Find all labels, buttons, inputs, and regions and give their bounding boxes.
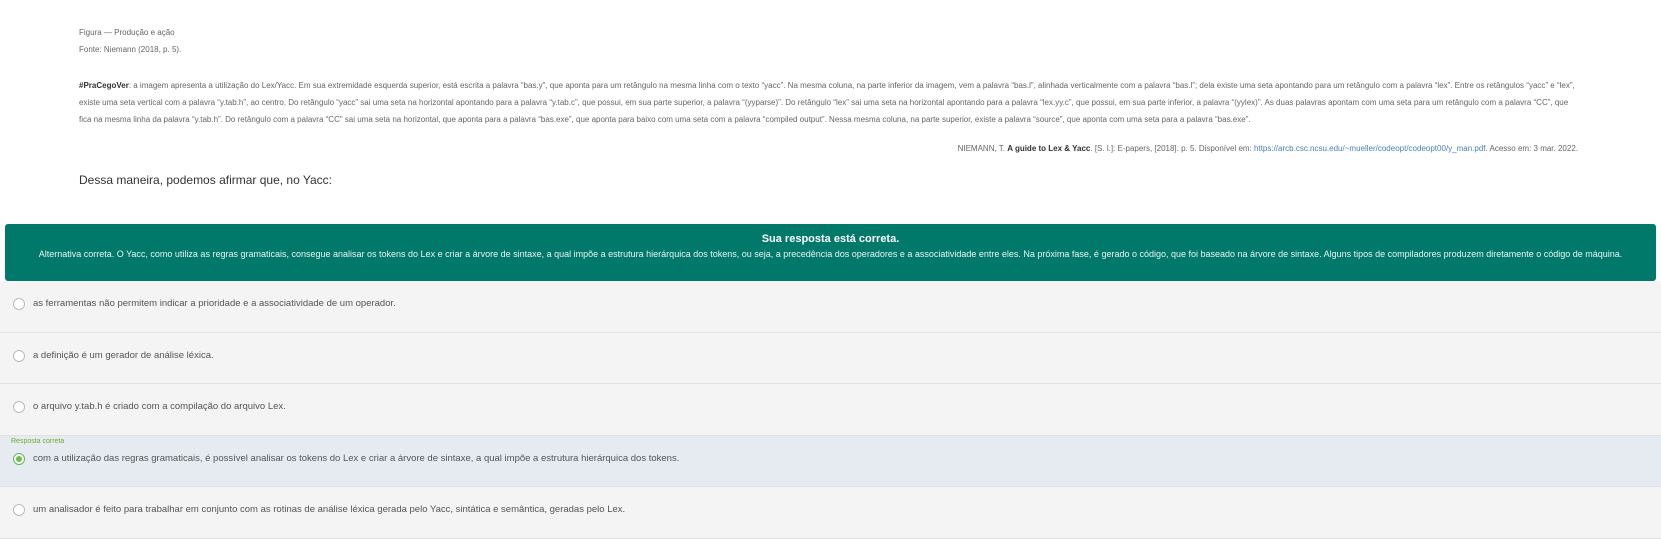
reference-middle: . [S. l.]: E-papers, [2018]. p. 5. Dispo… (1090, 144, 1255, 153)
reference-prefix: NIEMANN, T. (957, 144, 1008, 153)
figure-source: Fonte: Niemann (2018, p. 5). (79, 45, 182, 54)
answer-option-text: a definição é um gerador de análise léxi… (33, 349, 214, 361)
question-text: Dessa maneira, podemos afirmar que, no Y… (79, 173, 333, 187)
image-description: #PraCegoVer: a imagem apresenta a utiliz… (79, 77, 1579, 128)
answer-option-text: as ferramentas não permitem indicar a pr… (33, 298, 396, 309)
radio-button[interactable] (13, 298, 25, 310)
reference-suffix: . Acesso em: 3 mar. 2022. (1485, 144, 1579, 153)
reference: NIEMANN, T. A guide to Lex & Yacc. [S. l… (958, 144, 1578, 153)
reference-link[interactable]: https://arcb.csc.ncsu.edu/~mueller/codeo… (1254, 144, 1485, 153)
correct-answer-label: Resposta correta (11, 437, 65, 445)
feedback-title: Sua resposta está correta. (761, 233, 900, 245)
pracegover-tag: #PraCegoVer (79, 81, 129, 90)
answer-options: as ferramentas não permitem indicar a pr… (0, 281, 1661, 539)
radio-button[interactable] (13, 349, 25, 362)
feedback-banner: Sua resposta está correta. Alternativa c… (5, 224, 1656, 281)
answer-option-text: com a utilização das regras gramaticais,… (33, 452, 680, 464)
radio-button[interactable] (13, 401, 25, 413)
answer-option-text: o arquivo y.tab.h é criado com a compila… (33, 401, 286, 412)
answer-option[interactable]: o arquivo y.tab.h é criado com a compila… (0, 384, 1661, 436)
radio-button-selected[interactable] (13, 452, 25, 465)
radio-button[interactable] (13, 504, 25, 516)
feedback-text: Alternativa correta. O Yacc, como utiliz… (38, 249, 1623, 259)
reference-book-title: A guide to Lex & Yacc (1007, 144, 1091, 153)
answer-option[interactable]: um analisador é feito para trabalhar em … (0, 487, 1661, 539)
answer-option[interactable]: a definição é um gerador de análise léxi… (0, 332, 1661, 384)
answer-option-text: um analisador é feito para trabalhar em … (33, 504, 626, 515)
description-text: : a imagem apresenta a utilização do Lex… (79, 81, 1575, 124)
figure-title: Figura — Produção e ação (79, 28, 175, 37)
answer-option-correct[interactable]: Resposta correta com a utilização das re… (0, 435, 1661, 487)
answer-option[interactable]: as ferramentas não permitem indicar a pr… (0, 281, 1661, 333)
